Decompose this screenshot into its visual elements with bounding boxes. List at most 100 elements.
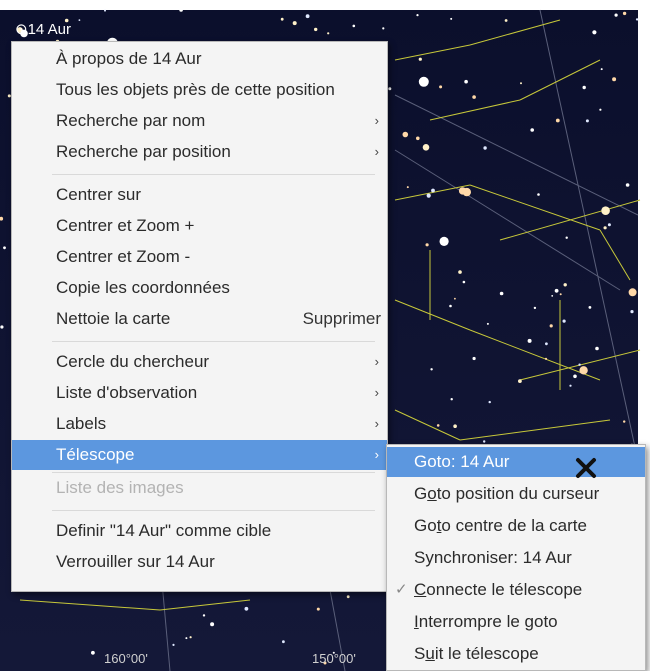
star — [472, 95, 476, 99]
star — [622, 11, 627, 16]
menu-item-label: Nettoie la carte — [56, 309, 171, 328]
menu-item[interactable]: Labels › — [12, 409, 387, 439]
submenu-arrow-icon: › — [374, 385, 379, 400]
star — [472, 356, 476, 361]
star — [565, 236, 568, 239]
menu-item[interactable]: Recherche par nom › — [12, 106, 387, 136]
star — [612, 77, 617, 82]
telescope-menu-item[interactable]: Synchroniser: 14 Aur — [387, 543, 645, 573]
telescope-menu-item-label: Connecte le télescope — [414, 580, 583, 599]
menu-separator — [52, 510, 375, 511]
star — [601, 206, 610, 215]
star — [533, 306, 537, 310]
menu-item[interactable]: Copie les coordonnées — [12, 273, 387, 303]
menu-item[interactable]: Definir "14 Aur" comme cible — [12, 516, 387, 546]
telescope-menu-item[interactable]: Interrompre le goto — [387, 607, 645, 637]
menu-item-label: Centrer sur — [56, 185, 142, 204]
menu-item[interactable]: Tous les objets près de cette position — [12, 75, 387, 105]
star — [592, 30, 597, 35]
menu-item[interactable]: Centrer sur — [12, 180, 387, 210]
star — [406, 186, 409, 189]
menu-item[interactable]: Cercle du chercheur › — [12, 347, 387, 377]
star — [104, 9, 106, 12]
star — [544, 357, 548, 360]
menu-item[interactable]: Verrouiller sur 14 Aur — [12, 547, 387, 577]
telescope-menu-item-label: Goto position du curseur — [414, 484, 600, 503]
star — [483, 440, 486, 443]
submenu-arrow-icon: › — [374, 113, 379, 128]
telescope-menu-item[interactable]: Goto: 14 Aur — [387, 447, 645, 477]
star — [439, 236, 449, 246]
menu-item-label: Labels — [56, 414, 107, 433]
menu-item[interactable]: Centrer et Zoom - — [12, 242, 387, 272]
star — [91, 650, 95, 655]
star — [585, 119, 589, 123]
star — [282, 640, 285, 644]
star — [630, 310, 634, 314]
target-reticle-icon: ⊙ — [15, 21, 28, 38]
menu-item: Liste des images — [12, 473, 387, 503]
telescope-menu-item-label: Goto: 14 Aur — [414, 452, 510, 471]
star — [488, 400, 491, 404]
star — [202, 614, 206, 617]
star — [520, 82, 522, 85]
star — [450, 17, 453, 20]
star — [588, 306, 592, 309]
star — [562, 319, 566, 323]
object-label: ⊙14 Aur — [15, 20, 71, 38]
menu-item[interactable]: Télescope › — [12, 440, 387, 470]
star — [388, 87, 392, 91]
star — [418, 57, 422, 61]
star — [210, 622, 215, 627]
star — [486, 322, 489, 325]
star — [425, 243, 429, 247]
menu-item-label: Télescope — [56, 445, 135, 464]
star — [625, 183, 630, 187]
menu-item-label: Tous les objets près de cette position — [56, 80, 335, 99]
star — [3, 246, 6, 250]
star — [483, 146, 487, 150]
checkmark-icon: ✓ — [395, 581, 408, 598]
star — [551, 295, 554, 297]
shortcut-label: Supprimer — [302, 309, 381, 328]
submenu-arrow-icon: › — [374, 447, 379, 462]
star — [422, 144, 430, 151]
star — [78, 19, 81, 21]
star — [599, 108, 602, 111]
star — [426, 193, 431, 198]
star — [614, 13, 618, 17]
menu-item-label: Centrer et Zoom + — [56, 216, 195, 235]
star — [623, 420, 626, 423]
star — [458, 270, 462, 274]
star — [430, 368, 433, 371]
menu-item[interactable]: Centrer et Zoom + — [12, 211, 387, 241]
star — [449, 304, 452, 308]
star — [603, 226, 607, 230]
star — [416, 14, 419, 17]
menu-item[interactable]: Recherche par position › — [12, 137, 387, 167]
object-label-text: 14 Aur — [27, 21, 71, 38]
star — [314, 27, 318, 32]
star — [635, 18, 639, 21]
star — [454, 297, 456, 300]
menu-item-label: Recherche par position — [56, 142, 231, 161]
telescope-menu-item[interactable]: Goto position du curseur — [387, 479, 645, 509]
star — [582, 85, 586, 90]
star — [563, 283, 567, 287]
menu-item-label: Cercle du chercheur — [56, 352, 210, 371]
star — [573, 374, 577, 379]
telescope-menu-item[interactable]: ✓ Connecte le télescope — [387, 575, 645, 605]
menu-item[interactable]: Liste d'observation › — [12, 378, 387, 408]
telescope-menu-item[interactable]: Goto centre de la carte — [387, 511, 645, 541]
menu-separator — [52, 174, 375, 175]
star — [499, 291, 504, 296]
telescope-menu-item[interactable]: Suit le télescope — [387, 639, 645, 669]
menu-item-label: Liste d'observation — [56, 383, 198, 402]
menu-item[interactable]: À propos de 14 Aur — [12, 44, 387, 74]
menu-separator — [52, 341, 375, 342]
menu-item[interactable]: Nettoie la carte Supprimer — [12, 304, 387, 334]
star — [600, 68, 603, 71]
star — [189, 636, 192, 639]
star — [453, 424, 457, 429]
submenu-arrow-icon: › — [374, 354, 379, 369]
